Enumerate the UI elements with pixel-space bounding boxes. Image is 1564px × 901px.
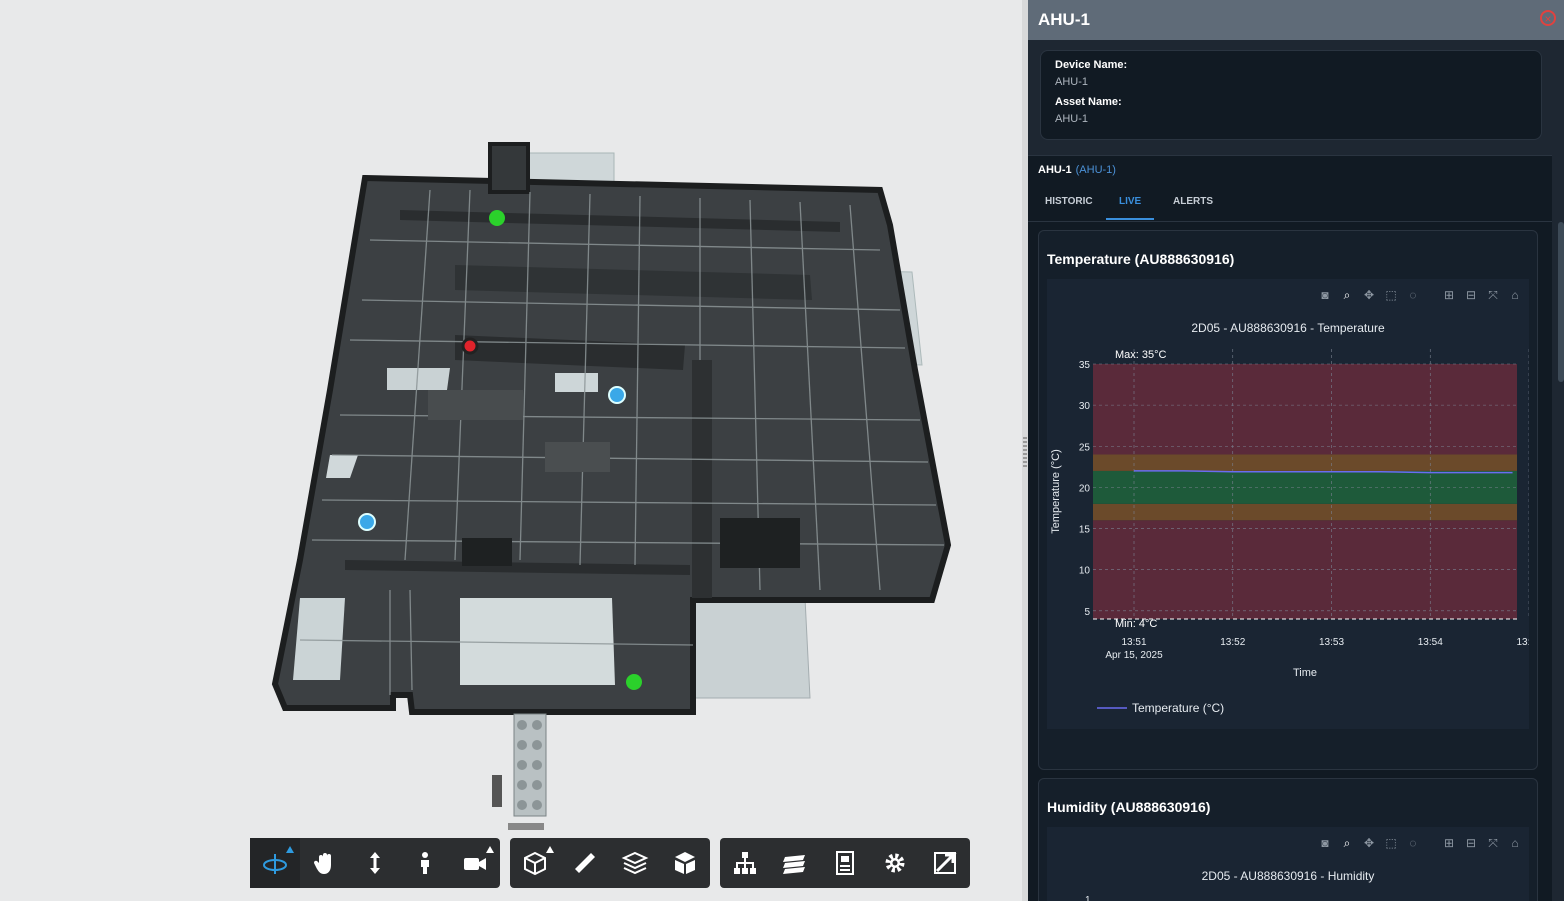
threshold-band-critical <box>1093 364 1517 455</box>
tab-historic[interactable]: HISTORIC <box>1032 184 1106 220</box>
device-name-value: AHU-1 <box>1055 76 1089 88</box>
structure-tree-icon[interactable] <box>720 838 770 888</box>
pan-hand-icon[interactable] <box>300 838 350 888</box>
y-tick-label: 10 <box>1079 566 1091 577</box>
temperature-plot[interactable]: ◙ ⌕ ✥ ⬚ ◌ ⊞ ⊟ ⤧ ⌂ 2D05 - AU888630916 - T… <box>1047 279 1529 729</box>
y-tick-label: 20 <box>1079 483 1091 494</box>
reset-axes-icon[interactable]: ⌂ <box>1507 835 1523 851</box>
temperature-card: Temperature (AU888630916) ◙ ⌕ ✥ ⬚ ◌ ⊞ ⊟ … <box>1038 230 1538 770</box>
asset-name-value: AHU-1 <box>1055 113 1089 125</box>
camera-icon[interactable]: ◙ <box>1317 835 1333 851</box>
pan-icon[interactable]: ✥ <box>1361 835 1377 851</box>
plot-modebar: ◙ ⌕ ✥ ⬚ ◌ ⊞ ⊟ ⤧ ⌂ <box>1317 835 1523 851</box>
alarm-marker[interactable] <box>461 337 479 355</box>
threshold-band-warning <box>1093 503 1517 521</box>
camera-icon[interactable] <box>450 838 500 888</box>
x-axis-title: Time <box>1293 667 1317 679</box>
device-panel: AHU-1 × Device Name: AHU-1 Asset Name: A… <box>1028 0 1564 901</box>
humidity-card-title: Humidity (AU888630916) <box>1047 799 1211 815</box>
settings-icon[interactable] <box>870 838 920 888</box>
zoom-icon[interactable]: ⌕ <box>1339 835 1355 851</box>
sensor-heading: AHU-1 (AHU-1) <box>1038 164 1116 176</box>
device-name-label: Device Name: <box>1055 59 1128 71</box>
properties-icon[interactable] <box>820 838 870 888</box>
panel-header: AHU-1 × <box>1028 0 1564 40</box>
y-tick-label: 25 <box>1079 442 1091 453</box>
max-annotation: Max: 35°C <box>1115 349 1167 361</box>
zoom-in-icon[interactable]: ⊞ <box>1441 835 1457 851</box>
navigation-toolbar <box>250 838 500 888</box>
close-circle-icon[interactable]: × <box>1540 10 1556 26</box>
dolly-icon[interactable] <box>350 838 400 888</box>
tab-live[interactable]: LIVE <box>1106 184 1155 220</box>
section-box-icon[interactable] <box>510 838 560 888</box>
device-info-card: Device Name: AHU-1 Asset Name: AHU-1 <box>1040 50 1542 140</box>
panel-title: AHU-1 <box>1038 10 1090 29</box>
x-tick-label: 13:51 <box>1121 637 1146 648</box>
x-tick-label: 13:52 <box>1220 637 1245 648</box>
sensor-section: AHU-1 (AHU-1) HISTORIC LIVE ALERTS Temper… <box>1028 155 1552 901</box>
min-annotation: Min: 4°C <box>1115 618 1157 630</box>
tab-alerts[interactable]: ALERTS <box>1160 184 1226 220</box>
cooling-marker[interactable] <box>608 386 626 404</box>
orbit-icon[interactable] <box>250 838 300 888</box>
model-viewer[interactable] <box>0 0 1022 901</box>
fullscreen-icon[interactable] <box>920 838 970 888</box>
humidity-card: Humidity (AU888630916) ◙ ⌕ ✥ ⬚ ◌ ⊞ ⊟ ⤧ ⌂… <box>1038 778 1538 901</box>
humidity-plot-title: 2D05 - AU888630916 - Humidity <box>1201 869 1375 883</box>
settings-toolbar <box>720 838 970 888</box>
x-date-label: Apr 15, 2025 <box>1105 650 1163 661</box>
zoom-out-icon[interactable]: ⊟ <box>1463 835 1479 851</box>
measure-icon[interactable] <box>560 838 610 888</box>
autoscale-icon[interactable]: ⤧ <box>1485 835 1501 851</box>
temperature-card-title: Temperature (AU888630916) <box>1047 251 1235 267</box>
y-tick-label: 15 <box>1079 525 1091 536</box>
first-person-icon[interactable] <box>400 838 450 888</box>
y-tick-label: 35 <box>1079 360 1091 371</box>
explode-icon[interactable] <box>610 838 660 888</box>
layers-icon[interactable] <box>770 838 820 888</box>
y-tick-label: 30 <box>1079 401 1091 412</box>
sensor-tabs: HISTORIC LIVE ALERTS <box>1028 184 1552 222</box>
panel-scrollbar[interactable] <box>1558 222 1564 382</box>
legend-label: Temperature (°C) <box>1132 701 1224 715</box>
humidity-y-tick: 1 <box>1085 895 1091 901</box>
x-tick-label: 13:54 <box>1418 637 1443 648</box>
y-axis-title: Temperature (°C) <box>1050 449 1062 533</box>
humidity-plot[interactable]: ◙ ⌕ ✥ ⬚ ◌ ⊞ ⊟ ⤧ ⌂ 2D05 - AU888630916 - H… <box>1047 827 1529 901</box>
x-tick-label: 13:53 <box>1319 637 1344 648</box>
temperature-chart-svg: 5 10 15 20 25 30 35 13:51 13:52 13:53 13:54 13:55 Ap… <box>1050 349 1529 715</box>
lasso-icon[interactable]: ◌ <box>1405 835 1421 851</box>
y-tick-label: 5 <box>1084 607 1090 618</box>
model-browser-icon[interactable] <box>660 838 710 888</box>
online-marker[interactable] <box>626 674 642 690</box>
model-toolbar <box>510 838 710 888</box>
box-select-icon[interactable]: ⬚ <box>1383 835 1399 851</box>
asset-name-label: Asset Name: <box>1055 96 1122 108</box>
building-model[interactable] <box>0 0 1022 901</box>
online-marker[interactable] <box>489 210 505 226</box>
x-tick-label: 13:55 <box>1516 637 1529 648</box>
threshold-band-warning <box>1093 454 1517 471</box>
cooling-marker[interactable] <box>358 513 376 531</box>
